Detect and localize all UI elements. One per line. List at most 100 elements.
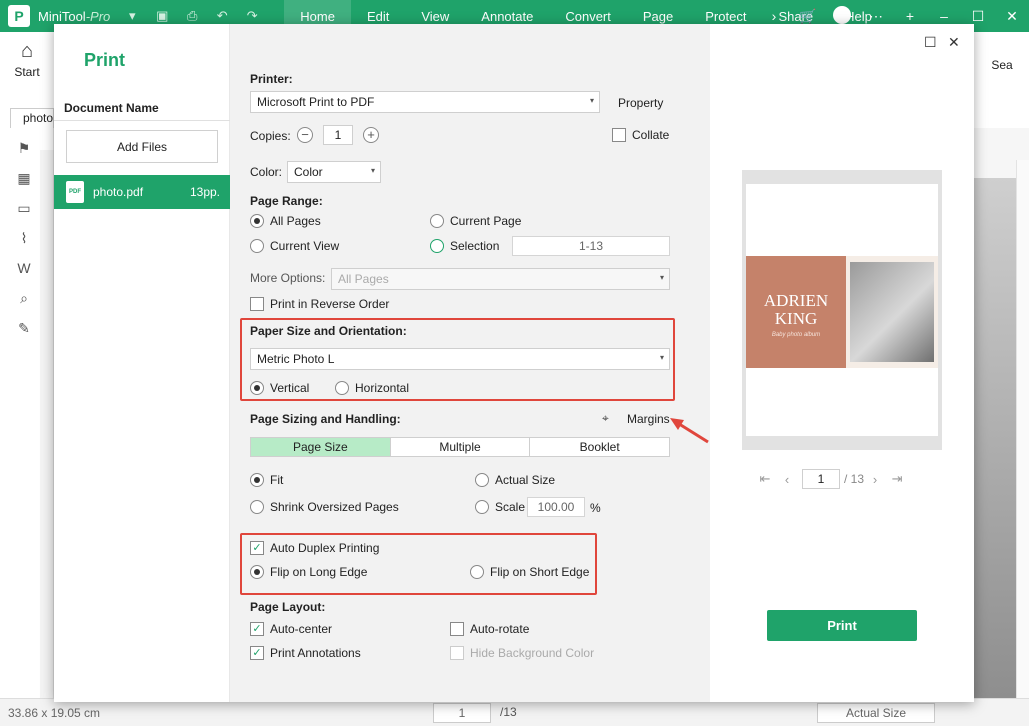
first-page-icon[interactable]: ⇤ — [754, 471, 776, 487]
print-annotations-checkbox[interactable]: ✓ — [250, 646, 264, 660]
shrink-option[interactable]: Shrink Oversized Pages — [250, 500, 399, 514]
current-view-option[interactable]: Current View — [250, 239, 339, 253]
paper-size-select[interactable]: Metric Photo L ▾ — [250, 348, 670, 370]
horizontal-radio[interactable] — [335, 381, 349, 395]
flip-short-option[interactable]: Flip on Short Edge — [470, 565, 589, 579]
current-page-option[interactable]: Current Page — [430, 214, 521, 228]
fit-option[interactable]: Fit — [250, 473, 283, 487]
chevron-down-icon: ▾ — [370, 166, 375, 175]
redo-icon[interactable]: ↷ — [244, 8, 260, 24]
printer-icon[interactable]: ⎙ — [184, 8, 200, 24]
attachment-icon[interactable]: ⌇ — [15, 230, 33, 248]
copies-label: Copies: — [250, 129, 291, 143]
reverse-order-option[interactable]: Print in Reverse Order — [250, 297, 389, 311]
auto-rotate-checkbox[interactable] — [450, 622, 464, 636]
flip-long-option[interactable]: Flip on Long Edge — [250, 565, 367, 579]
hide-bg-option[interactable]: Hide Background Color — [450, 646, 594, 660]
next-page-icon[interactable]: › — [864, 472, 886, 487]
maximize-icon[interactable]: ☐ — [961, 8, 995, 25]
actual-size-option[interactable]: Actual Size — [475, 473, 555, 487]
paper-size-label: Paper Size and Orientation: — [250, 324, 407, 338]
horizontal-option[interactable]: Horizontal — [335, 381, 409, 395]
auto-duplex-checkbox[interactable]: ✓ — [250, 541, 264, 555]
selection-option[interactable]: Selection — [430, 239, 499, 253]
comment-icon[interactable]: ▭ — [15, 200, 33, 218]
copies-input[interactable]: 1 — [323, 125, 353, 145]
vertical-radio[interactable] — [250, 381, 264, 395]
scale-option[interactable]: Scale — [475, 500, 525, 514]
tab-page-size[interactable]: Page Size — [251, 438, 391, 456]
prev-page-icon[interactable]: ‹ — [776, 472, 798, 487]
zoom-select[interactable]: Actual Size — [817, 703, 935, 723]
plus-icon[interactable]: + — [363, 127, 379, 143]
minus-icon[interactable]: − — [297, 127, 313, 143]
word-icon[interactable]: W — [15, 260, 33, 278]
signature-icon[interactable]: ✎ — [15, 320, 33, 338]
all-pages-option[interactable]: All Pages — [250, 214, 321, 228]
tab-multiple[interactable]: Multiple — [391, 438, 531, 456]
preview-page-input[interactable]: 1 — [802, 469, 840, 489]
property-link[interactable]: Property — [618, 96, 663, 110]
close-icon[interactable]: ✕ — [948, 34, 960, 51]
reverse-order-checkbox[interactable] — [250, 297, 264, 311]
status-page-input[interactable]: 1 — [433, 703, 491, 723]
chevron-down-icon: ▾ — [659, 273, 664, 282]
hide-bg-checkbox[interactable] — [450, 646, 464, 660]
document-tab[interactable]: photo — [10, 108, 54, 128]
undo-icon[interactable]: ↶ — [214, 8, 230, 24]
margins-icon[interactable]: ⌖ — [602, 411, 609, 426]
color-select[interactable]: Color ▾ — [287, 161, 381, 183]
search-icon[interactable]: ⌕ — [15, 290, 33, 308]
fit-radio[interactable] — [250, 473, 264, 487]
ribbon-search[interactable]: Sea — [975, 32, 1029, 102]
current-page-radio[interactable] — [430, 214, 444, 228]
dropdown-caret-icon[interactable]: ▾ — [124, 8, 140, 24]
scale-input[interactable]: 100.00 — [527, 497, 585, 517]
chat-icon[interactable]: ⋯ — [859, 8, 893, 25]
collate-option[interactable]: Collate — [612, 128, 669, 142]
margins-link[interactable]: Margins — [627, 412, 670, 426]
vertical-scrollbar[interactable] — [1016, 160, 1029, 698]
auto-rotate-option[interactable]: Auto-rotate — [450, 622, 529, 636]
add-files-button[interactable]: Add Files — [66, 130, 218, 163]
minimize-icon[interactable]: – — [927, 8, 961, 24]
selection-range-input[interactable]: 1-13 — [512, 236, 670, 256]
file-name: photo.pdf — [93, 185, 144, 199]
vertical-option[interactable]: Vertical — [250, 381, 309, 395]
more-options-select[interactable]: All Pages ▾ — [331, 268, 670, 290]
status-bar: 33.86 x 19.05 cm 1 /13 Actual Size — [0, 698, 1029, 726]
collate-checkbox[interactable] — [612, 128, 626, 142]
ribbon-start[interactable]: ⌂ Start — [0, 32, 54, 102]
selection-radio[interactable] — [430, 239, 444, 253]
tab-booklet[interactable]: Booklet — [530, 438, 669, 456]
all-pages-radio[interactable] — [250, 214, 264, 228]
current-view-radio[interactable] — [250, 239, 264, 253]
settings-panel: Printer: Microsoft Print to PDF ▾ Propert… — [230, 24, 710, 702]
close-icon[interactable]: ✕ — [995, 8, 1029, 25]
shrink-radio[interactable] — [250, 500, 264, 514]
file-list-item[interactable]: PDF photo.pdf 13pp. — [54, 175, 230, 209]
printer-select[interactable]: Microsoft Print to PDF ▾ — [250, 91, 600, 113]
preview-page: ADRIEN KING Baby photo album — [746, 184, 938, 436]
actual-size-radio[interactable] — [475, 473, 489, 487]
divider — [54, 120, 230, 121]
auto-center-option[interactable]: ✓ Auto-center — [250, 622, 332, 636]
print-annotations-option[interactable]: ✓ Print Annotations — [250, 646, 361, 660]
sizing-tabs: Page Size Multiple Booklet — [250, 437, 670, 457]
scale-radio[interactable] — [475, 500, 489, 514]
bookmark-icon[interactable]: ⚑ — [15, 140, 33, 158]
maximize-icon[interactable]: ☐ — [924, 34, 937, 51]
thumbnails-icon[interactable]: ▦ — [15, 170, 33, 188]
flip-long-radio[interactable] — [250, 565, 264, 579]
last-page-icon[interactable]: ⇥ — [886, 471, 908, 487]
flip-short-radio[interactable] — [470, 565, 484, 579]
chevron-right-icon[interactable]: › — [757, 8, 791, 24]
auto-duplex-option[interactable]: ✓ Auto Duplex Printing — [250, 541, 379, 555]
arrow-annotation — [670, 418, 709, 444]
album-subtitle: Baby photo album — [771, 332, 821, 338]
print-button[interactable]: Print — [767, 610, 917, 641]
save-icon[interactable]: ▣ — [154, 8, 170, 24]
auto-center-checkbox[interactable]: ✓ — [250, 622, 264, 636]
cart-icon[interactable]: 🛒 — [791, 8, 825, 25]
add-icon[interactable]: + — [893, 8, 927, 24]
